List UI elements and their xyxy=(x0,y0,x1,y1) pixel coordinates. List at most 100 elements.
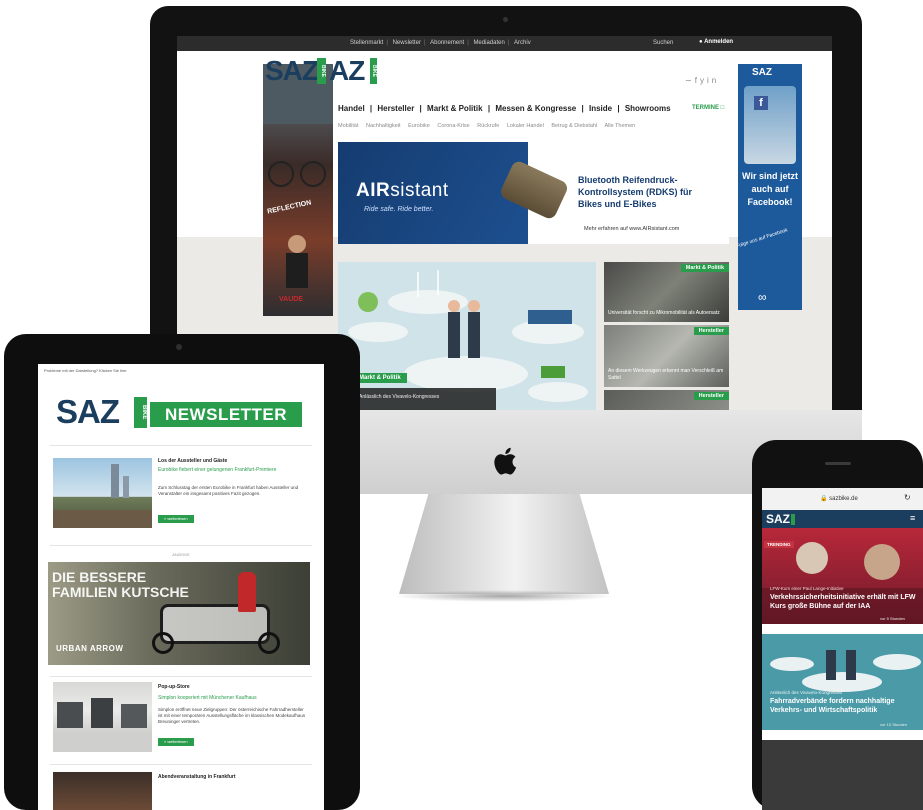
reload-icon[interactable]: ↻ xyxy=(904,493,911,502)
banner-tagline: Ride safe. Ride better. xyxy=(364,206,434,213)
nav-markt-politik[interactable]: Markt & Politik xyxy=(427,104,483,113)
left-ad-brand: VAUDE xyxy=(279,296,303,303)
topic-eurobike[interactable]: Eurobike xyxy=(408,123,430,129)
nav-separator: | xyxy=(419,104,422,113)
topic-nav: Mobilität Nachhaltigkeit Eurobike Corona… xyxy=(338,123,641,129)
bike-icon: ∞ xyxy=(758,290,767,304)
left-skyscraper-ad[interactable]: REFLECTION VAUDE xyxy=(263,64,333,316)
mobile-article-2[interactable] xyxy=(762,634,923,730)
topnav-archiv[interactable]: Archiv xyxy=(514,40,531,46)
divider xyxy=(50,676,312,677)
hamburger-menu-icon[interactable]: ≡ xyxy=(910,513,915,523)
topic-corona-krise[interactable]: Corona-Krise xyxy=(437,123,469,129)
hero-article[interactable]: Markt & Politik Anlässlich des Vivavelo-… xyxy=(338,262,596,410)
topic-betrug-diebstahl[interactable]: Betrug & Diebstahl xyxy=(551,123,597,129)
user-icon: ● xyxy=(699,39,703,45)
banner-brand: AIRsistant xyxy=(356,180,449,202)
facebook-logo-icon: f xyxy=(754,96,768,110)
side-article-2-tag[interactable]: Hersteller xyxy=(693,327,729,335)
site-logo-az[interactable]: AZ xyxy=(329,55,365,87)
bike-wheel xyxy=(152,632,174,654)
side-article-3[interactable]: Hersteller xyxy=(604,390,729,410)
mobile-article-2-time: vor 10 Stunden xyxy=(880,722,908,727)
termine-label: TERMINE xyxy=(692,105,719,111)
side-article-1-tag[interactable]: Markt & Politik xyxy=(680,264,729,272)
linkedin-icon[interactable]: in xyxy=(707,76,719,85)
mobile-logo[interactable]: SAZ xyxy=(766,512,790,526)
rss-icon[interactable]: ∼ xyxy=(685,76,695,85)
topnav-abonnement[interactable]: Abonnement xyxy=(430,40,464,46)
side-article-3-tag[interactable]: Hersteller xyxy=(693,392,729,400)
nav-inside[interactable]: Inside xyxy=(589,104,612,113)
banner-brand-bold: AIR xyxy=(356,180,391,201)
airsistant-banner-ad[interactable]: AIRsistant Ride safe. Ride better. Bluet… xyxy=(338,142,729,244)
nav-handel[interactable]: Handel xyxy=(338,104,365,113)
newsletter-item-1-body: Zum Schlusstag der ersten Eurobike in Fr… xyxy=(158,485,299,496)
topnav-newsletter[interactable]: Newsletter xyxy=(393,40,421,46)
rider-figure xyxy=(238,572,256,612)
termine-link[interactable]: TERMINE □ xyxy=(692,105,724,111)
topic-mobilitaet[interactable]: Mobilität xyxy=(338,123,358,129)
tablet-newsletter: Probleme mit der Darstellung? Klicken Si… xyxy=(38,364,324,810)
mobile-article-2-title[interactable]: Fahrradverbände fordern nachhaltige Verk… xyxy=(770,698,920,715)
newsletter-item-3-image[interactable] xyxy=(53,772,152,810)
newsletter-title: NEWSLETTER xyxy=(150,402,302,427)
right-ad-logo: SAZ xyxy=(752,67,772,78)
nav-hersteller[interactable]: Hersteller xyxy=(377,104,414,113)
mobile-article-1-time: vor 5 Stunden xyxy=(880,616,905,621)
right-skyscraper-ad[interactable]: SAZ f Wir sind jetzt auch auf Facebook! … xyxy=(738,64,802,310)
right-ad-handwriting: Folge uns auf Facebook xyxy=(738,227,789,250)
topic-lokaler-handel[interactable]: Lokaler Handel xyxy=(507,123,544,129)
nav-separator: | xyxy=(369,104,373,113)
newsletter-view-online-hint[interactable]: Probleme mit der Darstellung? Klicken Si… xyxy=(44,368,127,373)
login-link[interactable]: ● Anmelden xyxy=(699,39,733,45)
newsletter-item-1-read-more[interactable]: » weiterlesen xyxy=(158,515,194,523)
newsletter-item-3-title[interactable]: Abendveranstaltung in Frankfurt xyxy=(158,774,236,780)
twitter-icon[interactable]: y xyxy=(700,76,707,85)
topnav-mediadaten[interactable]: Mediadaten xyxy=(473,40,504,46)
newsletter-item-2-image[interactable] xyxy=(53,682,152,752)
social-links: ∼fyin xyxy=(685,76,719,85)
side-article-2[interactable]: Hersteller An diesem Werkzeugen erkennt … xyxy=(604,325,729,387)
newsletter-logo-bike: BIKE xyxy=(134,397,147,428)
right-ad-phone-image xyxy=(744,86,796,164)
newsletter-logo: SAZ xyxy=(56,393,120,430)
imac-stand-shadow xyxy=(394,590,614,602)
newsletter-item-2-read-more[interactable]: » weiterlesen xyxy=(158,738,194,746)
ad-label: ANZEIGE xyxy=(172,552,190,557)
apple-logo-icon xyxy=(494,447,517,475)
newsletter-item-1-subtitle[interactable]: Eurobike fiebert einer gelungenen Frankf… xyxy=(158,467,308,473)
newsletter-item-2-subtitle[interactable]: Simplon kooperiert mit Münchener Kaufhau… xyxy=(158,695,308,701)
banner-brand-thin: sistant xyxy=(390,180,449,201)
topic-alle-themen[interactable]: Alle Themen xyxy=(604,123,635,129)
banner-url[interactable]: Mehr erfahren auf www.AIRsistant.com xyxy=(584,226,679,232)
bike-wheel xyxy=(258,632,280,654)
frankfurt-skyline-image xyxy=(53,464,152,528)
topic-nachhaltigkeit[interactable]: Nachhaltigkeit xyxy=(366,123,401,129)
mobile-article-3[interactable] xyxy=(762,740,923,810)
newsletter-item-1-title[interactable]: Los der Aussteller und Gäste xyxy=(158,458,227,464)
tablet-camera xyxy=(176,344,182,350)
side-article-1[interactable]: Markt & Politik Universität forscht zu M… xyxy=(604,262,729,322)
hero-category-badge[interactable]: Markt & Politik xyxy=(353,373,407,383)
mobile-article-1-kicker: LFW-Kurs einer Paul Lange-Initiative xyxy=(770,586,844,591)
site-logo-saz[interactable]: SAZ xyxy=(265,55,319,87)
browser-address-bar[interactable]: 🔒 sazbike.de ↻ xyxy=(762,488,923,510)
topic-rueckrufe[interactable]: Rückrufe xyxy=(477,123,499,129)
nav-separator: | xyxy=(581,104,584,113)
nav-showrooms[interactable]: Showrooms xyxy=(625,104,671,113)
urban-arrow-ad[interactable]: DIE BESSERE FAMILIEN KUTSCHE URBAN ARROW xyxy=(48,562,310,665)
newsletter-item-2-title[interactable]: Pop-up-Store xyxy=(158,684,190,690)
nav-messen-kongresse[interactable]: Messen & Kongresse xyxy=(495,104,576,113)
newsletter-item-1-image[interactable] xyxy=(53,458,152,528)
mobile-logo-bike xyxy=(791,514,795,525)
search-link[interactable]: Suchen xyxy=(653,40,673,46)
topnav-stellenmarkt[interactable]: Stellenmarkt xyxy=(350,40,383,46)
address-bar-url: 🔒 sazbike.de xyxy=(820,495,858,502)
mobile-article-1-title[interactable]: Verkehrssicherheitsinitiative erhält mit… xyxy=(770,594,920,611)
mobile-article-2-kicker: Anlässlich des Vivavelo-Kongresses xyxy=(770,690,843,695)
nav-separator: | xyxy=(487,104,491,113)
logo-bike-strip: BIKE xyxy=(317,58,326,84)
devices-mockup: Stellenmarkt | Newsletter | Abonnement | Me… xyxy=(0,0,923,810)
login-label: Anmelden xyxy=(704,39,734,45)
